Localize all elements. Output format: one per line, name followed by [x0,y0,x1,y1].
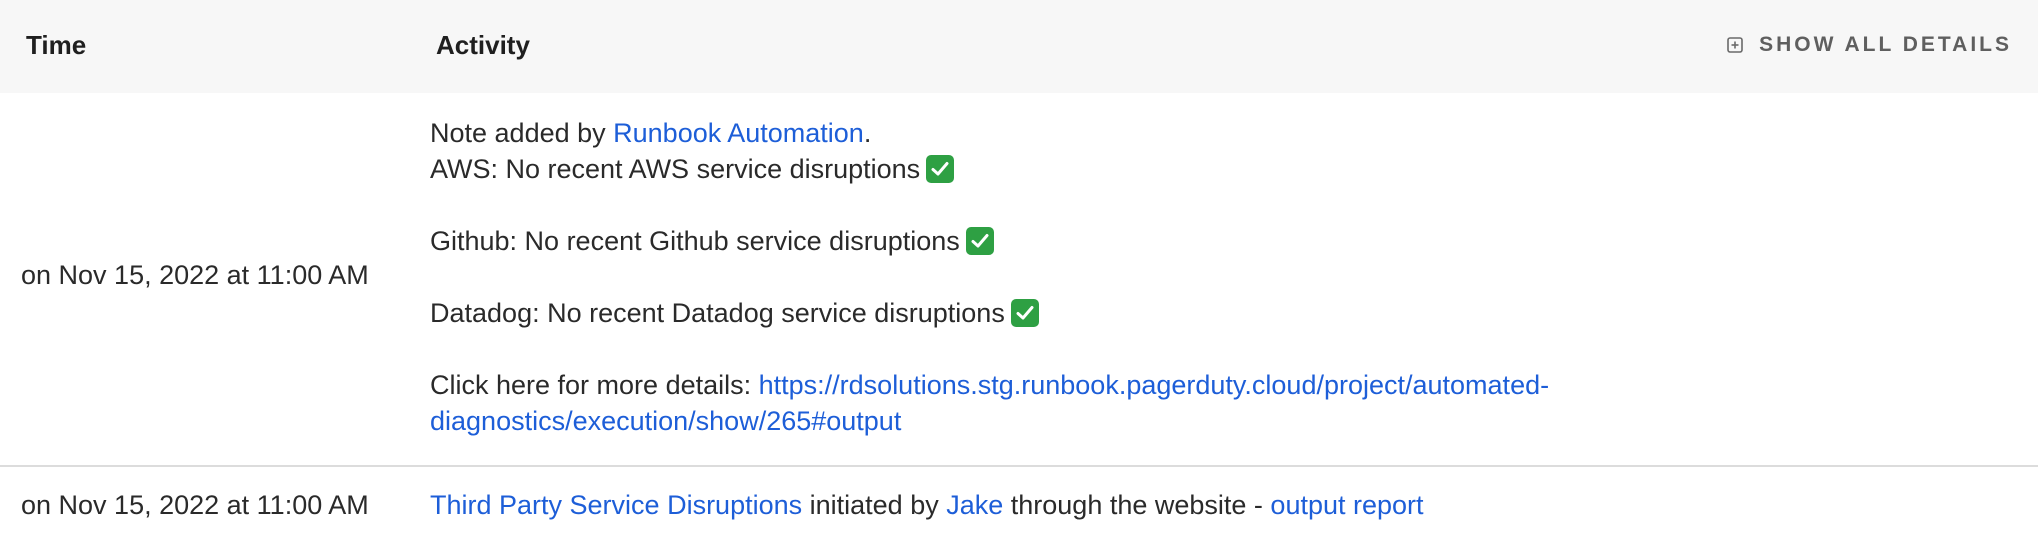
note-prefix: Note added by [430,118,614,148]
aws-status-text: AWS: No recent AWS service disruptions [430,154,921,184]
activity-note: Note added by Runbook Automation. AWS: N… [430,115,1730,439]
time-column-header: Time [26,30,87,60]
details-url-link-part1[interactable]: https://rdsolutions.stg.runbook.pagerdut… [759,370,1549,400]
datadog-status-text: Datadog: No recent Datadog service disru… [430,298,1005,328]
through-website-text: through the website - [1003,490,1271,520]
job-run-line: Third Party Service Disruptions initiate… [430,487,1424,523]
timestamp: on Nov 15, 2022 at 11:00 AM [21,490,369,520]
show-all-details-label: SHOW ALL DETAILS [1759,33,2012,56]
timestamp: on Nov 15, 2022 at 11:00 AM [21,260,369,290]
expand-square-icon [1727,37,1743,53]
details-url-link-part2[interactable]: diagnostics/execution/show/265#output [430,406,901,436]
timeline-row: on Nov 15, 2022 at 11:00 AM Third Party … [0,467,2038,546]
note-suffix: . [863,118,872,148]
github-status-line: Github: No recent Github service disrupt… [430,223,1730,259]
note-header: Note added by Runbook Automation. [430,115,1730,151]
timeline-header: Time Activity SHOW ALL DETAILS [0,0,2038,93]
details-line-continued: diagnostics/execution/show/265#output [430,403,1730,439]
check-mark-icon [965,227,994,255]
runbook-automation-link[interactable]: Runbook Automation [613,118,864,148]
initiated-by-text: initiated by [802,490,947,520]
activity-entry: Third Party Service Disruptions initiate… [430,487,1424,523]
user-link[interactable]: Jake [946,490,1003,520]
details-prefix: Click here for more details: [430,370,759,400]
timeline-row: on Nov 15, 2022 at 11:00 AM Note added b… [0,93,2038,467]
details-line: Click here for more details: https://rds… [430,367,1730,403]
github-status-text: Github: No recent Github service disrupt… [430,226,960,256]
incident-timeline: Time Activity SHOW ALL DETAILS on Nov 15… [0,0,2038,546]
activity-column-header: Activity [436,30,530,60]
datadog-status-line: Datadog: No recent Datadog service disru… [430,295,1730,331]
job-name-link[interactable]: Third Party Service Disruptions [430,490,802,520]
output-report-link[interactable]: output report [1270,490,1423,520]
check-mark-icon [1010,299,1039,327]
show-all-details-button[interactable]: SHOW ALL DETAILS [1727,28,2012,62]
check-mark-icon [926,155,955,183]
aws-status-line: AWS: No recent AWS service disruptions [430,151,1730,187]
